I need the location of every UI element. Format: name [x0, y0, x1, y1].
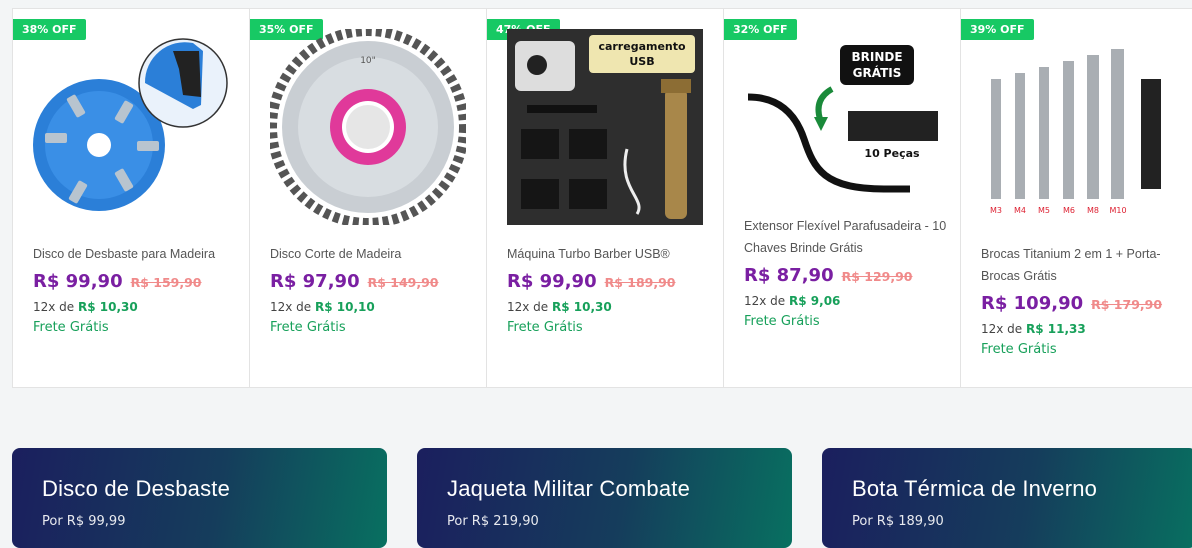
svg-text:M10: M10 [1109, 206, 1126, 215]
installment-text: 12x de R$ 11,33 [981, 322, 1086, 336]
product-card[interactable]: 35% OFF 10" Disco Corte de Madeira R$ 97… [250, 9, 487, 387]
product-title[interactable]: Brocas Titanium 2 em 1 + Porta-Brocas Gr… [981, 243, 1181, 287]
svg-text:M4: M4 [1014, 206, 1026, 215]
banner-title: Jaqueta Militar Combate [447, 476, 691, 501]
product-title[interactable]: Disco Corte de Madeira [270, 243, 474, 265]
promo-banner[interactable]: Disco de Desbaste Por R$ 99,99 [12, 448, 387, 548]
product-price: R$ 87,90 [744, 265, 834, 286]
banner-price: Por R$ 99,99 [42, 514, 126, 529]
svg-text:10": 10" [360, 56, 376, 66]
product-price: R$ 99,90 [33, 271, 123, 292]
flexible-extension-image[interactable]: BRINDE GRÁTIS 10 Peças [744, 29, 940, 225]
svg-text:USB: USB [629, 55, 654, 68]
product-old-price: R$ 149,90 [367, 275, 439, 290]
wood-carving-disc-image[interactable] [33, 29, 229, 225]
product-grid: 38% OFF Disco de Desbaste para Madeira R… [12, 8, 1192, 388]
shipping-label: Frete Grátis [270, 320, 346, 335]
svg-text:10 Peças: 10 Peças [864, 147, 920, 160]
banner-price: Por R$ 219,90 [447, 514, 539, 529]
svg-text:M5: M5 [1038, 206, 1050, 215]
installment-text: 12x de R$ 10,30 [33, 300, 138, 314]
product-card[interactable]: 39% OFF M3 M4 M5 M6 M8 M10 Brocas Titani… [961, 9, 1192, 387]
installment-text: 12x de R$ 10,30 [507, 300, 612, 314]
product-old-price: R$ 179,90 [1091, 297, 1163, 312]
product-title[interactable]: Extensor Flexível Parafusadeira - 10 Cha… [744, 215, 948, 259]
product-price: R$ 109,90 [981, 293, 1084, 314]
promo-banner[interactable]: Bota Térmica de Inverno Por R$ 189,90 [822, 448, 1192, 548]
shipping-label: Frete Grátis [981, 342, 1057, 357]
installment-text: 12x de R$ 10,10 [270, 300, 375, 314]
svg-text:carregamento: carregamento [598, 40, 686, 53]
product-old-price: R$ 189,90 [604, 275, 676, 290]
shipping-label: Frete Grátis [744, 314, 820, 329]
banner-price: Por R$ 189,90 [852, 514, 944, 529]
banner-title: Bota Térmica de Inverno [852, 476, 1098, 501]
product-title[interactable]: Máquina Turbo Barber USB® [507, 243, 711, 265]
shipping-label: Frete Grátis [507, 320, 583, 335]
svg-text:M6: M6 [1063, 206, 1075, 215]
product-old-price: R$ 159,90 [130, 275, 202, 290]
promo-banners: Disco de Desbaste Por R$ 99,99 Jaqueta M… [12, 448, 1192, 548]
product-price: R$ 97,90 [270, 271, 360, 292]
product-title[interactable]: Disco de Desbaste para Madeira [33, 243, 237, 265]
product-old-price: R$ 129,90 [841, 269, 913, 284]
svg-text:BRINDE: BRINDE [851, 50, 902, 64]
product-price: R$ 99,90 [507, 271, 597, 292]
barber-machine-image[interactable]: carregamento USB [507, 29, 703, 225]
svg-text:GRÁTIS: GRÁTIS [853, 65, 902, 80]
product-card[interactable]: 38% OFF Disco de Desbaste para Madeira R… [13, 9, 250, 387]
svg-text:M3: M3 [990, 206, 1002, 215]
product-card[interactable]: 47% OFF carregamento USB Máquina Turbo B… [487, 9, 724, 387]
banner-title: Disco de Desbaste [42, 476, 231, 501]
promo-banner[interactable]: Jaqueta Militar Combate Por R$ 219,90 [417, 448, 792, 548]
chainsaw-disc-image[interactable]: 10" [270, 29, 466, 225]
drill-bits-image[interactable]: M3 M4 M5 M6 M8 M10 [981, 29, 1177, 225]
shipping-label: Frete Grátis [33, 320, 109, 335]
svg-text:M8: M8 [1087, 206, 1099, 215]
product-card[interactable]: 32% OFF BRINDE GRÁTIS 10 Peças Extensor … [724, 9, 961, 387]
installment-text: 12x de R$ 9,06 [744, 294, 841, 308]
